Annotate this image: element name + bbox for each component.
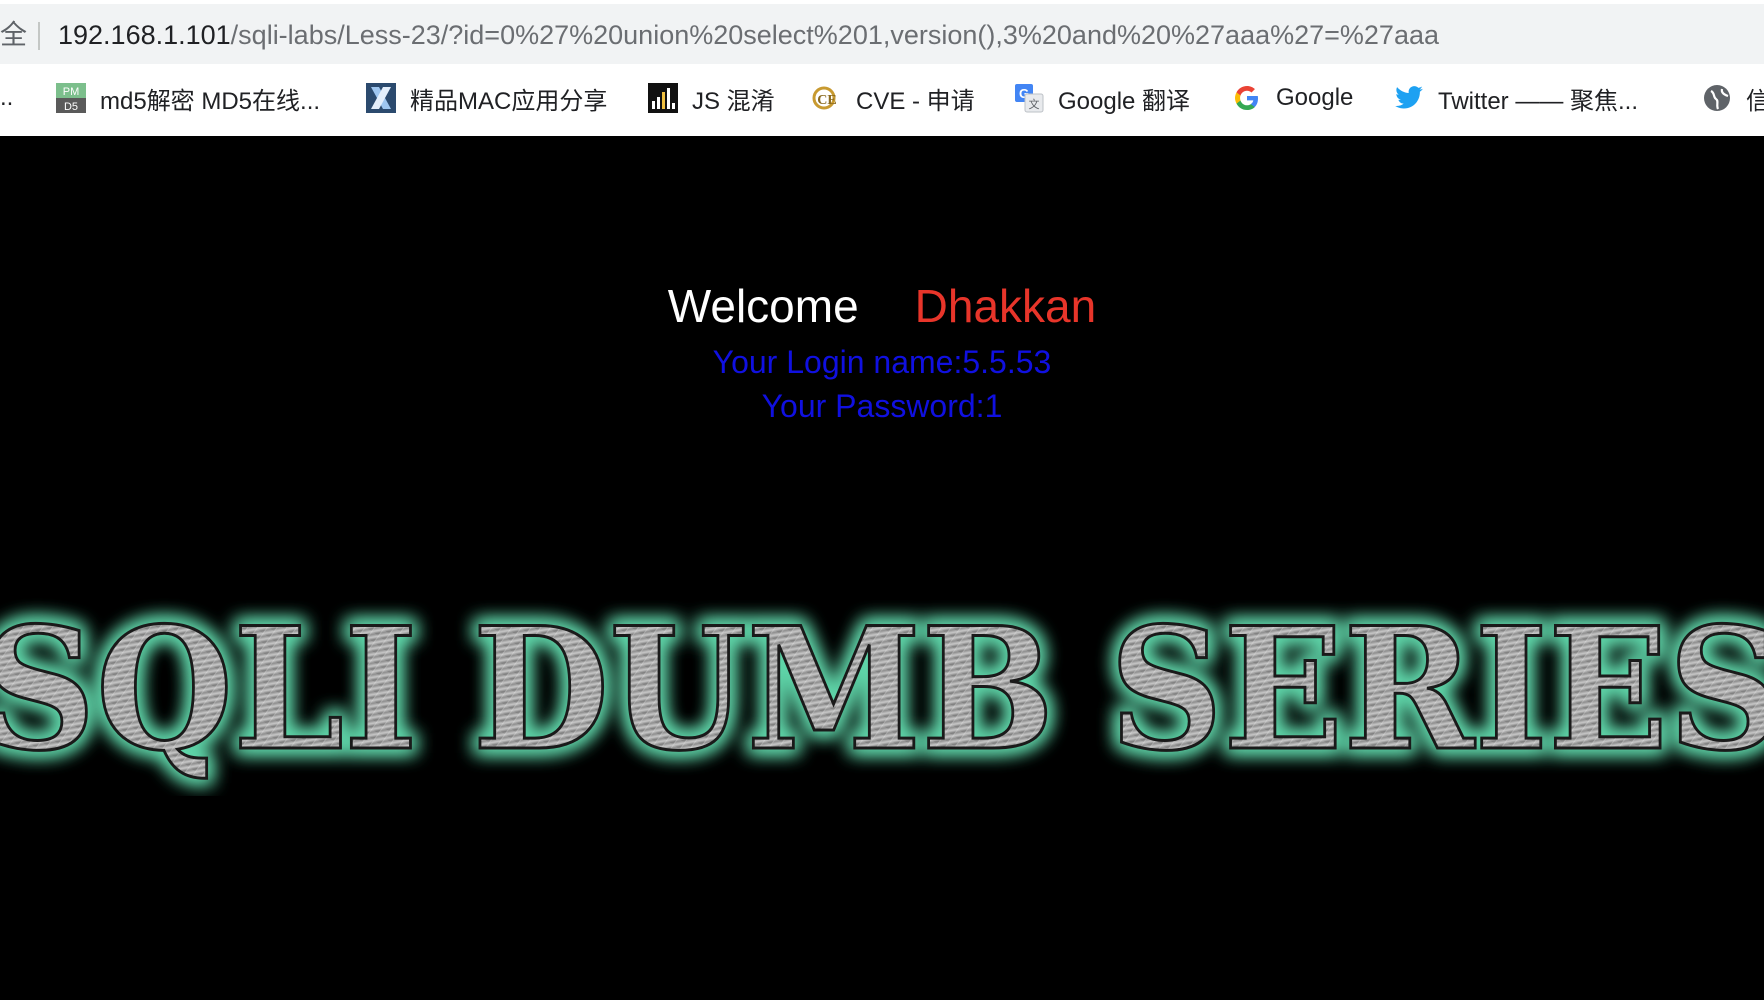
bookmark-twitter[interactable]: Twitter —— 聚焦...: [1394, 80, 1638, 116]
bookmark-label: Twitter —— 聚焦...: [1438, 87, 1639, 115]
page-content: Welcome Dhakkan Your Login name:5.5.53 Yo…: [0, 136, 1764, 1000]
url-text[interactable]: 192.168.1.101/sqli-labs/Less-23/?id=0%27…: [58, 18, 1439, 52]
welcome-heading: Welcome Dhakkan: [0, 278, 1764, 334]
pmd5-bottom-text: D5: [64, 101, 78, 113]
bookmark-mac-apps[interactable]: 精品MAC应用分享: [366, 80, 607, 116]
svg-text:CE: CE: [817, 93, 836, 108]
url-host: 192.168.1.101: [58, 20, 231, 50]
bookmark-cve[interactable]: CE CVE - 申请: [812, 80, 975, 116]
password-line: Your Password:1: [761, 388, 1003, 424]
address-bar[interactable]: 全 192.168.1.101/sqli-labs/Less-23/?id=0%…: [0, 4, 1764, 64]
bookmark-label: Google: [1276, 84, 1354, 111]
bookmark-label: md5解密 MD5在线...: [100, 87, 321, 115]
bookmark-overflow-left[interactable]: ..: [0, 80, 13, 116]
url-path: /sqli-labs/Less-23/?id=0%27%20union%20se…: [230, 20, 1440, 50]
bookmark-overflow-right[interactable]: 信: [1702, 80, 1764, 116]
banner-text: SQLI DUMB SERIES: [0, 590, 1764, 788]
google-translate-icon: G 文: [1014, 83, 1044, 113]
address-separator: [38, 22, 40, 50]
svg-text:文: 文: [1029, 97, 1040, 111]
bookmarks-bar: .. PM D5 md5解密 MD5在线... 精品MAC应用分享 JS 混淆 …: [0, 74, 1764, 122]
login-name-line: Your Login name:5.5.53: [712, 344, 1052, 380]
security-indicator[interactable]: 全: [0, 18, 27, 52]
bookmark-js-obfuscate[interactable]: JS 混淆: [648, 80, 775, 116]
cve-icon: CE: [812, 83, 842, 113]
pmd5-top-text: PM: [63, 86, 80, 98]
globe-icon: [1702, 83, 1732, 113]
bookmark-md5[interactable]: PM D5 md5解密 MD5在线...: [56, 80, 320, 116]
x-logo-icon: [366, 83, 396, 113]
browser-chrome: 全 192.168.1.101/sqli-labs/Less-23/?id=0%…: [0, 0, 1764, 136]
twitter-bird-icon: [1394, 83, 1424, 113]
welcome-username: Dhakkan: [914, 280, 1097, 332]
google-g-icon: [1232, 83, 1262, 113]
bookmark-google[interactable]: Google: [1232, 80, 1353, 116]
bookmark-label: CVE - 申请: [856, 87, 975, 115]
bookmark-overflow-label: ..: [0, 84, 14, 111]
welcome-word: Welcome: [667, 280, 859, 332]
bookmark-label: Google 翻译: [1058, 87, 1191, 115]
bookmark-label: 信: [1746, 87, 1764, 115]
bookmark-google-translate[interactable]: G 文 Google 翻译: [1014, 80, 1190, 116]
bookmark-label: 精品MAC应用分享: [410, 87, 608, 115]
bookmark-label: JS 混淆: [692, 87, 775, 115]
pmd5-icon: PM D5: [56, 83, 86, 113]
bar-signal-icon: [648, 83, 678, 113]
sqli-dumb-series-banner: SQLI DUMB SERIES SQLI DUMB SERIES: [0, 576, 1764, 796]
